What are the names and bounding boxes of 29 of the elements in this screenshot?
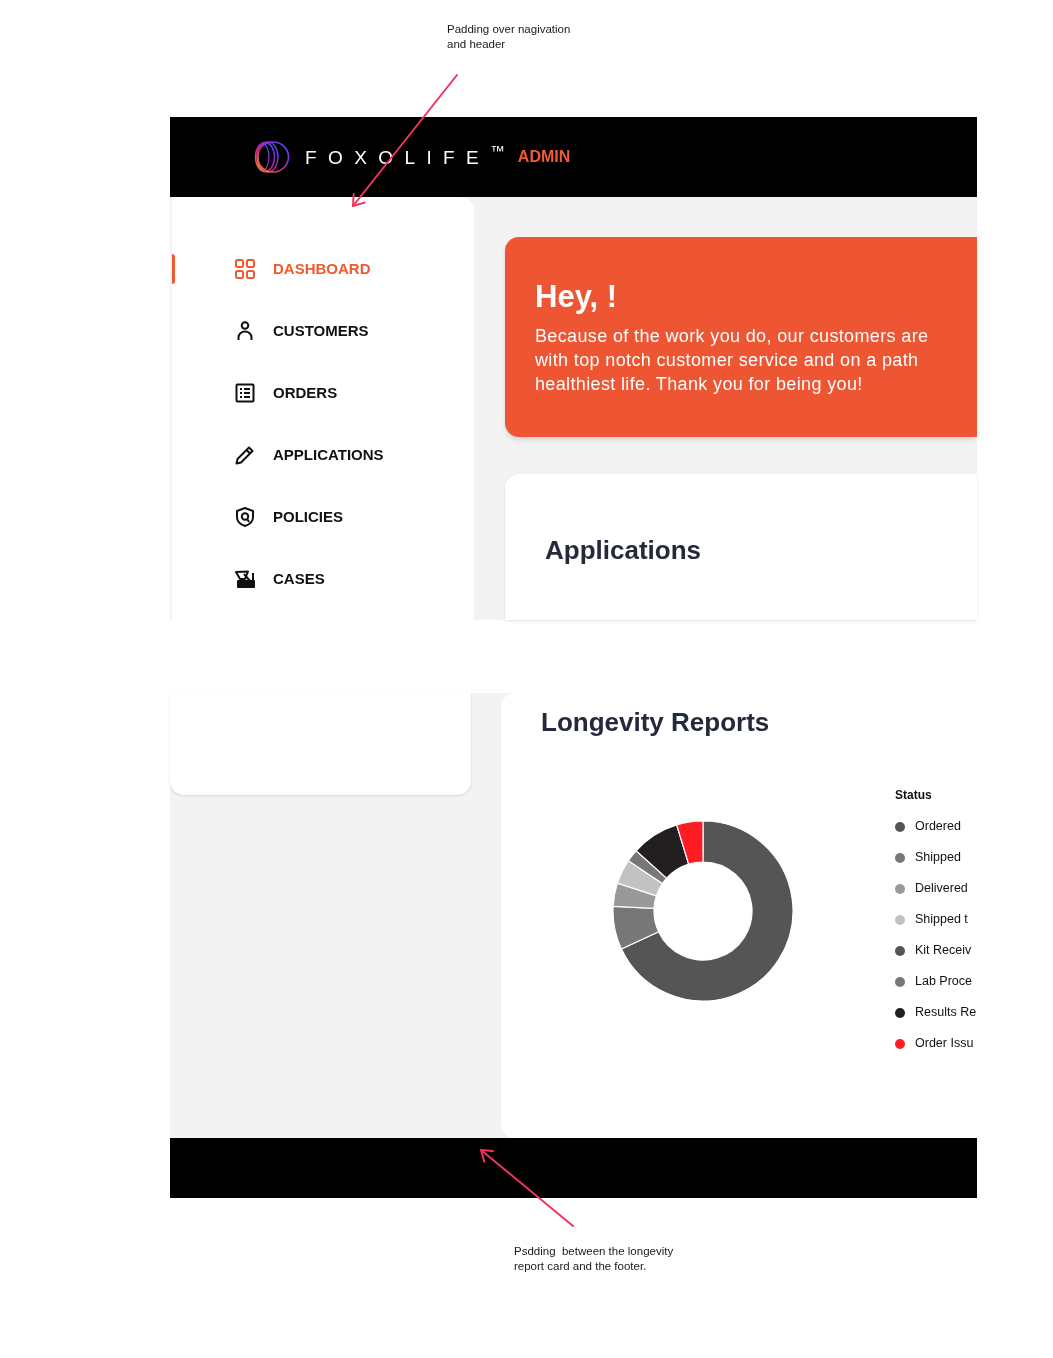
tray-icon — [235, 570, 255, 588]
nav-item[interactable]: POLICIES — [235, 505, 343, 529]
legend-label: Shipped t — [915, 912, 968, 927]
legend-label: Ordered — [915, 819, 961, 834]
active-indicator — [172, 254, 175, 284]
list-icon — [235, 383, 255, 403]
nav-item[interactable]: CASES — [235, 567, 325, 591]
banner-title: Hey, ! — [535, 279, 619, 315]
grid-icon — [235, 259, 255, 279]
nav-item[interactable]: ORDERS — [235, 381, 338, 405]
annotation-note: Padding over nagivation and header — [447, 22, 572, 52]
legend-label: Results Re — [915, 1005, 977, 1020]
card-title: Applications — [545, 534, 702, 566]
legend-label: Kit Receiv — [915, 943, 972, 958]
logo-icon — [254, 141, 290, 173]
nav-item[interactable]: CUSTOMERS — [235, 319, 369, 343]
banner-message: Because of the work you do, our customers are with top notch customer service and on a path healthiest life. Thank you for being you! — [535, 325, 930, 396]
legend-label: Delivered — [915, 881, 968, 896]
annotation-note: Psdding between the longevity report card and the footer. — [514, 1244, 675, 1274]
legend-label: Order Issu — [915, 1036, 974, 1051]
legend-label: Shipped — [915, 850, 961, 865]
shield-icon — [236, 507, 254, 527]
person-icon — [237, 321, 253, 341]
legend-title: Status — [895, 788, 933, 802]
pencil-icon — [235, 445, 255, 465]
card-title: Longevity Reports — [541, 706, 771, 738]
admin-label: ADMIN — [517, 147, 571, 167]
legend-label: Lab Proce — [915, 974, 972, 989]
nav-item[interactable]: APPLICATIONS — [235, 443, 384, 467]
